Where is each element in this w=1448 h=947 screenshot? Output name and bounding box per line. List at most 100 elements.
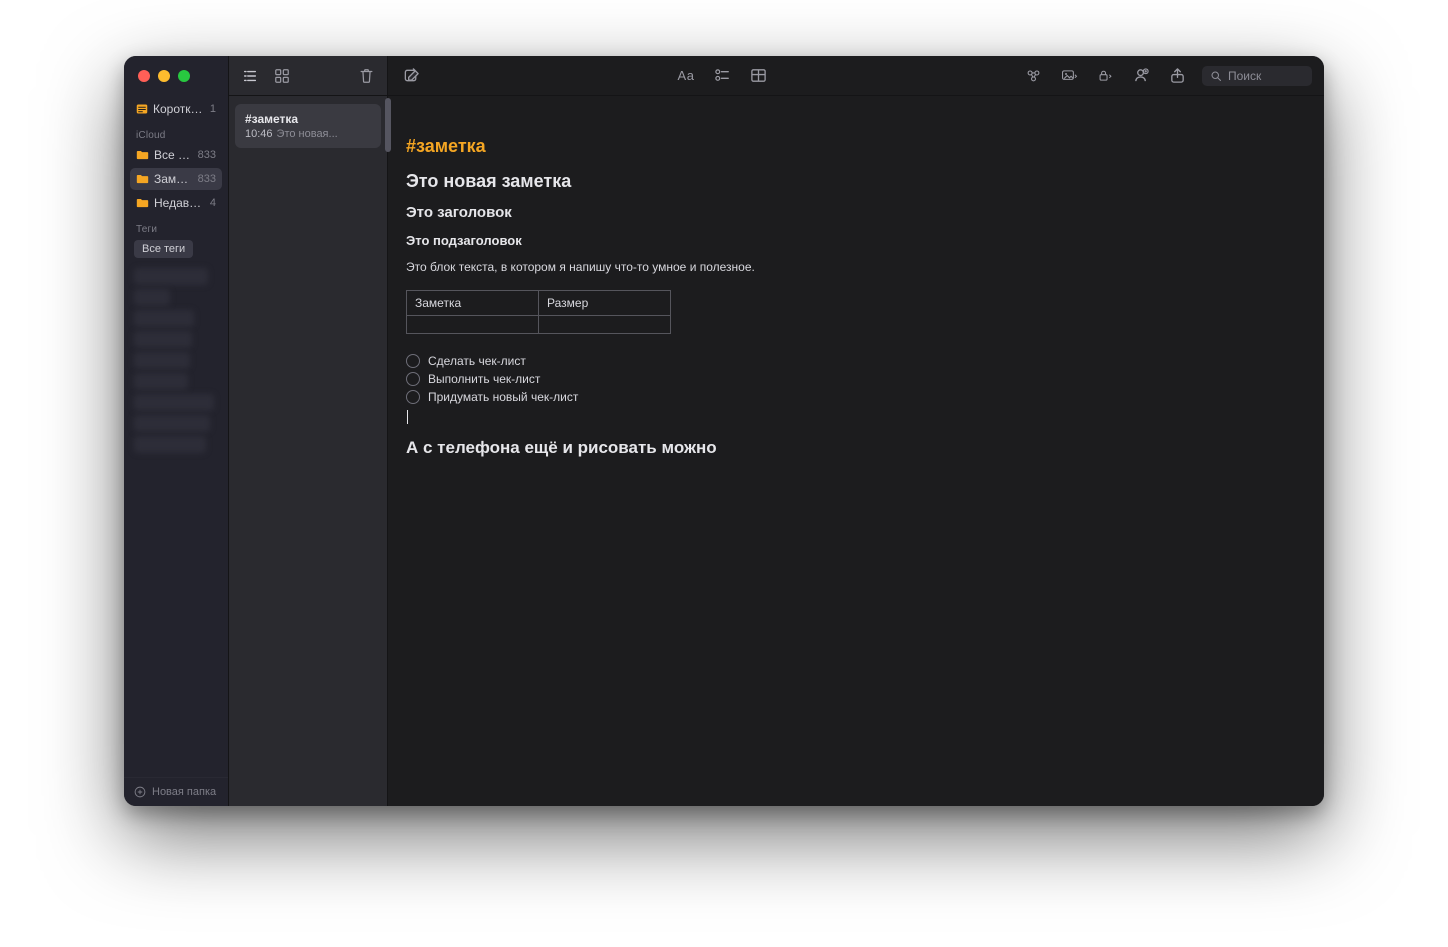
- link-button[interactable]: [1022, 65, 1044, 87]
- checklist-item[interactable]: Сделать чек-лист: [406, 354, 1306, 368]
- checkbox-unchecked-icon[interactable]: [406, 372, 420, 386]
- share-icon: [1169, 67, 1186, 84]
- all-tags-chip[interactable]: Все теги: [134, 240, 193, 258]
- checklist-item-label: Сделать чек-лист: [428, 354, 526, 368]
- right-tools-group: Поиск: [1022, 65, 1312, 87]
- photo-icon: [1061, 67, 1078, 84]
- sidebar-folder-notes[interactable]: Заметки 833: [130, 168, 222, 190]
- search-placeholder: Поиск: [1228, 69, 1261, 83]
- tag-blurred: [134, 394, 214, 411]
- sidebar-content: Коротки... 1 iCloud Все iCl... 833 Замет…: [124, 94, 228, 777]
- folder-count: 833: [198, 149, 216, 161]
- note-subheading: Это подзаголовок: [406, 233, 1306, 248]
- grid-icon: [274, 68, 290, 84]
- tag-blurred: [134, 310, 194, 327]
- trash-icon: [359, 68, 374, 84]
- drawing-heading: А с телефона ещё и рисовать можно: [406, 438, 1306, 458]
- search-icon: [1210, 70, 1222, 82]
- table-button[interactable]: [747, 65, 769, 87]
- editor-toolbar: Aa: [388, 56, 1324, 96]
- new-folder-button[interactable]: Новая папка: [124, 777, 228, 806]
- lock-button[interactable]: [1094, 65, 1116, 87]
- folder-icon: [136, 150, 149, 160]
- scrollbar-thumb[interactable]: [385, 98, 391, 152]
- section-icloud: iCloud: [130, 122, 222, 144]
- tag-blurred: [134, 352, 190, 369]
- tag-blurred: [134, 331, 192, 348]
- checkbox-unchecked-icon[interactable]: [406, 390, 420, 404]
- list-icon: [242, 68, 258, 84]
- window-controls: [124, 56, 228, 94]
- sidebar-quick-notes[interactable]: Коротки... 1: [130, 98, 222, 120]
- close-window-button[interactable]: [138, 70, 150, 82]
- list-view-button[interactable]: [239, 65, 261, 87]
- checklist-button[interactable]: [711, 65, 733, 87]
- checklist: Сделать чек-лист Выполнить чек-лист Прид…: [406, 354, 1306, 404]
- sidebar-folder-all-icloud[interactable]: Все iCl... 833: [130, 144, 222, 166]
- compose-note-button[interactable]: [400, 65, 422, 87]
- tag-blurred: [134, 268, 208, 285]
- table-row: [407, 316, 671, 334]
- person-add-icon: [1133, 67, 1150, 84]
- table-cell[interactable]: [539, 316, 671, 334]
- delete-note-button[interactable]: [355, 65, 377, 87]
- editor-pane: Aa: [388, 56, 1324, 806]
- note-list: #заметка 10:46Это новая...: [228, 56, 388, 806]
- folder-label: Недавн...: [154, 196, 205, 210]
- folder-label: Заметки: [154, 172, 193, 186]
- table-cell[interactable]: [407, 316, 539, 334]
- folder-count: 4: [210, 197, 216, 209]
- folder-label: Все iCl...: [154, 148, 193, 162]
- quick-label: Коротки...: [153, 102, 205, 116]
- section-tags: Теги: [130, 216, 222, 238]
- tag-blurred: [134, 415, 210, 432]
- note-list-item-preview: Это новая...: [277, 128, 338, 140]
- table-header-cell[interactable]: Заметка: [407, 291, 539, 316]
- note-list-item-title: #заметка: [245, 112, 371, 126]
- checkbox-unchecked-icon[interactable]: [406, 354, 420, 368]
- compose-icon: [403, 67, 420, 84]
- tag-blurred: [134, 373, 188, 390]
- quick-note-icon: [136, 103, 148, 115]
- text-format-button[interactable]: Aa: [675, 65, 697, 87]
- folder-icon: [136, 174, 149, 184]
- search-input[interactable]: Поиск: [1202, 66, 1312, 86]
- plus-circle-icon: [134, 786, 146, 798]
- checklist-item-label: Придумать новый чек-лист: [428, 390, 578, 404]
- quick-count: 1: [210, 103, 216, 115]
- note-list-body: #заметка 10:46Это новая...: [229, 96, 387, 806]
- checklist-item[interactable]: Придумать новый чек-лист: [406, 390, 1306, 404]
- tag-blurred: [134, 289, 170, 306]
- table-header-cell[interactable]: Размер: [539, 291, 671, 316]
- sidebar-folder-recent[interactable]: Недавн... 4: [130, 192, 222, 214]
- folder-icon: [136, 198, 149, 208]
- folder-count: 833: [198, 173, 216, 185]
- link-icon: [1025, 67, 1042, 84]
- format-group: Aa: [675, 65, 769, 87]
- table-row: Заметка Размер: [407, 291, 671, 316]
- minimize-window-button[interactable]: [158, 70, 170, 82]
- checklist-item[interactable]: Выполнить чек-лист: [406, 372, 1306, 386]
- tag-blurred: [134, 436, 206, 453]
- note-heading: Это заголовок: [406, 204, 1306, 221]
- note-list-item-meta: 10:46Это новая...: [245, 128, 371, 140]
- note-tag: #заметка: [406, 136, 1306, 157]
- table-icon: [750, 67, 767, 84]
- gallery-view-button[interactable]: [271, 65, 293, 87]
- note-table[interactable]: Заметка Размер: [406, 290, 671, 334]
- checklist-item-label: Выполнить чек-лист: [428, 372, 540, 386]
- checklist-icon: [714, 67, 731, 84]
- share-button[interactable]: [1166, 65, 1188, 87]
- new-folder-label: Новая папка: [152, 786, 216, 798]
- list-toolbar: [229, 56, 387, 96]
- media-button[interactable]: [1058, 65, 1080, 87]
- editor-body[interactable]: #заметка Это новая заметка Это заголовок…: [388, 96, 1324, 806]
- app-window: Коротки... 1 iCloud Все iCl... 833 Замет…: [124, 56, 1324, 806]
- sidebar: Коротки... 1 iCloud Все iCl... 833 Замет…: [124, 56, 228, 806]
- lock-icon: [1097, 67, 1114, 84]
- note-list-item[interactable]: #заметка 10:46Это новая...: [235, 104, 381, 148]
- note-title: Это новая заметка: [406, 171, 1306, 192]
- zoom-window-button[interactable]: [178, 70, 190, 82]
- collaborate-button[interactable]: [1130, 65, 1152, 87]
- note-paragraph: Это блок текста, в котором я напишу что-…: [406, 260, 1306, 274]
